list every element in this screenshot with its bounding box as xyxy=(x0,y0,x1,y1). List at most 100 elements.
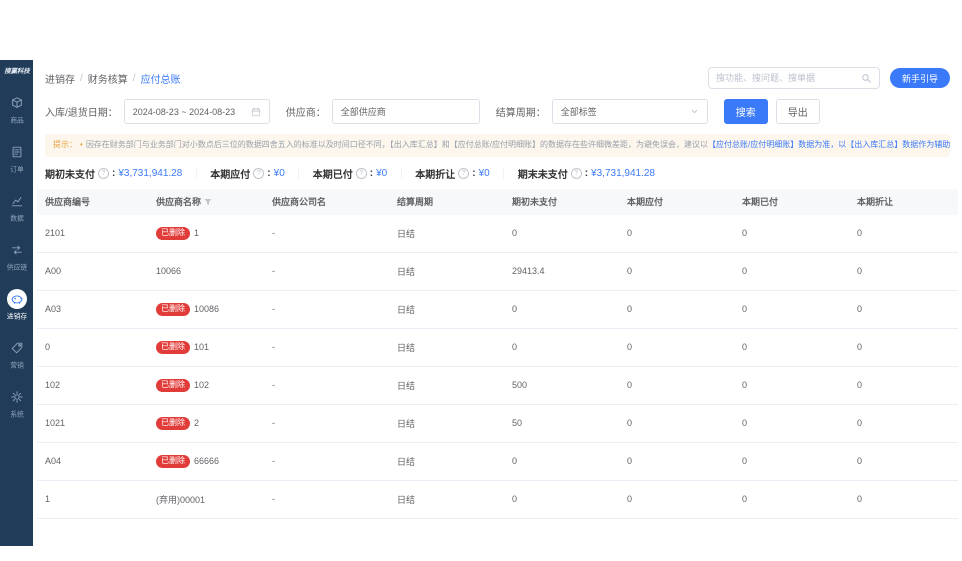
deleted-badge: 已删除 xyxy=(156,227,190,240)
sidebar-item-label: 系统 xyxy=(10,410,24,419)
inventory-icon xyxy=(7,289,27,309)
cell-company: - xyxy=(264,342,389,352)
search-button[interactable]: 搜索 xyxy=(724,99,768,124)
sidebar-item-orders[interactable]: 订单 xyxy=(0,134,33,183)
cell-supplier-name: (弃用)00001 xyxy=(148,493,264,506)
notice-prefix: 提示： xyxy=(53,140,77,149)
summary-label: 期初未支付 xyxy=(45,166,95,181)
help-icon[interactable]: ? xyxy=(571,168,582,179)
date-range-value: 2024-08-23 ~ 2024-08-23 xyxy=(133,107,235,117)
supplier-name-text: (弃用)00001 xyxy=(156,493,205,506)
cell-supplier-id: 0 xyxy=(37,342,148,352)
summary-label: 本期已付 xyxy=(313,166,353,181)
cell-discount: 0 xyxy=(849,342,958,352)
sidebar-item-system[interactable]: 系统 xyxy=(0,379,33,428)
supplier-name-text: 101 xyxy=(194,342,209,352)
cell-payable: 0 xyxy=(619,228,734,238)
sidebar-item-products[interactable]: 商品 xyxy=(0,85,33,134)
column-header-label: 本期折让 xyxy=(857,195,893,208)
cell-payable: 0 xyxy=(619,418,734,428)
sidebar-item-data[interactable]: 数据 xyxy=(0,183,33,232)
cell-opening: 0 xyxy=(504,456,619,466)
cell-supplier-id: 102 xyxy=(37,380,148,390)
cell-paid: 0 xyxy=(734,342,849,352)
payable-ledger-table: 供应商编号 供应商名称 供应商公司名 结算周期 期初未支付 本期应付 本期已付 … xyxy=(37,189,958,519)
column-header-label: 本期已付 xyxy=(742,195,778,208)
column-header-current-payable: 本期应付 xyxy=(619,195,734,208)
export-button[interactable]: 导出 xyxy=(776,99,820,124)
app-window: 搜赢科技 商品 订单 数据 xyxy=(0,60,962,546)
cell-paid: 0 xyxy=(734,228,849,238)
cell-opening: 0 xyxy=(504,494,619,504)
table-row[interactable]: A00 10066 - 日结 29413.4 0 0 0 xyxy=(37,253,958,291)
cell-opening: 0 xyxy=(504,342,619,352)
sidebar-item-label: 数据 xyxy=(10,214,24,223)
search-input[interactable] xyxy=(716,73,861,83)
table-row[interactable]: 1 (弃用)00001 - 日结 0 0 0 0 xyxy=(37,481,958,519)
supplier-name-text: 1 xyxy=(194,228,199,238)
cell-supplier-id: 2101 xyxy=(37,228,148,238)
column-header-label: 结算周期 xyxy=(397,195,433,208)
summary-separator: ｜ xyxy=(396,166,406,181)
breadcrumb-item[interactable]: 进销存 xyxy=(45,71,75,86)
help-icon[interactable]: ? xyxy=(253,168,264,179)
summary-value: ¥3,731,941.28 xyxy=(118,168,182,179)
breadcrumb-item-current: 应付总账 xyxy=(141,71,181,86)
cell-supplier-name: 已删除 66666 xyxy=(148,455,264,468)
search-icon[interactable] xyxy=(861,73,872,84)
sidebar-item-label: 商品 xyxy=(10,116,24,125)
cell-cycle: 日结 xyxy=(389,379,504,392)
sidebar-item-inventory[interactable]: 进销存 xyxy=(0,281,33,330)
column-header-supplier-name: 供应商名称 xyxy=(148,195,264,208)
cell-company: - xyxy=(264,266,389,276)
cell-supplier-id: 1021 xyxy=(37,418,148,428)
cell-payable: 0 xyxy=(619,342,734,352)
column-header-current-discount: 本期折让 xyxy=(849,195,958,208)
table-header: 供应商编号 供应商名称 供应商公司名 结算周期 期初未支付 本期应付 本期已付 … xyxy=(37,189,958,215)
breadcrumb-item[interactable]: 财务核算 xyxy=(88,71,128,86)
cycle-select[interactable]: 全部标签 xyxy=(552,99,708,124)
breadcrumb-separator: / xyxy=(133,73,136,84)
sidebar: 搜赢科技 商品 订单 数据 xyxy=(0,60,33,546)
help-icon[interactable]: ? xyxy=(356,168,367,179)
summary-label: 期末未支付 xyxy=(518,166,568,181)
date-range-input[interactable]: 2024-08-23 ~ 2024-08-23 xyxy=(124,99,270,124)
supplier-input[interactable]: 全部供应商 xyxy=(332,99,480,124)
cell-supplier-name: 已删除 1 xyxy=(148,227,264,240)
cell-supplier-name: 已删除 102 xyxy=(148,379,264,392)
summary-item: 期初未支付?:¥3,731,941.28 xyxy=(45,166,182,181)
summary-item: 本期已付?:¥0 xyxy=(313,166,387,181)
table-row[interactable]: 102 已删除 102 - 日结 500 0 0 0 xyxy=(37,367,958,405)
cell-cycle: 日结 xyxy=(389,265,504,278)
notice-body: 因存在财务部门与业务部门对小数点后三位的数据四舍五入的标准以及时间口径不同，【出… xyxy=(86,140,708,149)
cell-supplier-name: 已删除 101 xyxy=(148,341,264,354)
cell-supplier-name: 已删除 10086 xyxy=(148,303,264,316)
tag-icon xyxy=(7,338,27,358)
summary-colon: : xyxy=(370,168,373,179)
table-row[interactable]: A04 已删除 66666 - 日结 0 0 0 0 xyxy=(37,443,958,481)
help-icon[interactable]: ? xyxy=(458,168,469,179)
cell-supplier-id: 1 xyxy=(37,494,148,504)
supplier-name-text: 66666 xyxy=(194,456,219,466)
cell-opening: 0 xyxy=(504,304,619,314)
help-icon[interactable]: ? xyxy=(98,168,109,179)
summary-bar: 期初未支付?:¥3,731,941.28｜本期应付?:¥0｜本期已付?:¥0｜本… xyxy=(33,157,962,189)
summary-item: 本期应付?:¥0 xyxy=(210,166,284,181)
table-row[interactable]: A03 已删除 10086 - 日结 0 0 0 0 xyxy=(37,291,958,329)
supplier-name-text: 10066 xyxy=(156,266,181,276)
sidebar-item-marketing[interactable]: 营销 xyxy=(0,330,33,379)
box-icon xyxy=(7,93,27,113)
cell-cycle: 日结 xyxy=(389,303,504,316)
cell-paid: 0 xyxy=(734,456,849,466)
supplier-name-text: 10086 xyxy=(194,304,219,314)
table-row[interactable]: 2101 已删除 1 - 日结 0 0 0 0 xyxy=(37,215,958,253)
table-row[interactable]: 0 已删除 101 - 日结 0 0 0 0 xyxy=(37,329,958,367)
table-row[interactable]: 1021 已删除 2 - 日结 50 0 0 0 xyxy=(37,405,958,443)
cell-cycle: 日结 xyxy=(389,493,504,506)
column-header-current-paid: 本期已付 xyxy=(734,195,849,208)
summary-value: ¥0 xyxy=(376,168,387,179)
cell-discount: 0 xyxy=(849,456,958,466)
sidebar-item-supply-chain[interactable]: 供应链 xyxy=(0,232,33,281)
filter-icon[interactable] xyxy=(204,198,212,206)
guide-button[interactable]: 新手引导 xyxy=(890,68,950,88)
